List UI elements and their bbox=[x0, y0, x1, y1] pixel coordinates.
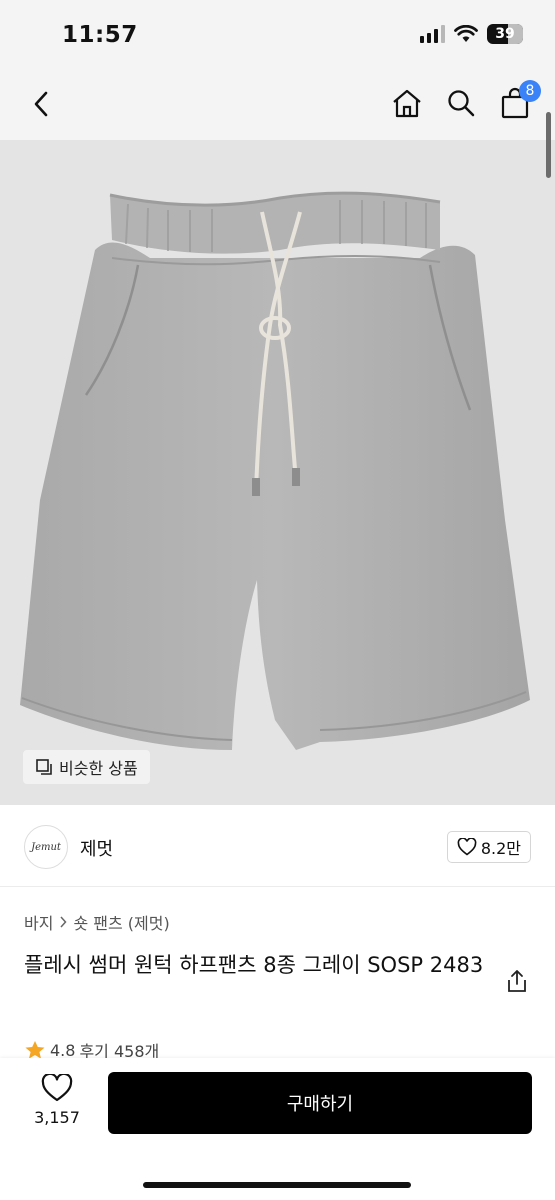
brand-like-button[interactable]: 8.2만 bbox=[446, 831, 531, 863]
similar-products-button[interactable]: 비슷한 상품 bbox=[23, 750, 150, 784]
product-image[interactable]: 비슷한 상품 bbox=[0, 140, 555, 805]
search-icon bbox=[448, 90, 475, 117]
search-button[interactable] bbox=[445, 86, 477, 120]
star-icon bbox=[25, 1041, 45, 1059]
back-button[interactable] bbox=[26, 88, 56, 120]
home-button[interactable] bbox=[391, 86, 423, 120]
copy-icon bbox=[36, 759, 52, 775]
battery-icon: 39 bbox=[487, 24, 523, 44]
heart-icon bbox=[41, 1074, 73, 1102]
shorts-image bbox=[20, 191, 530, 750]
status-time: 11:57 bbox=[62, 22, 138, 48]
breadcrumb-category[interactable]: 바지 bbox=[24, 910, 53, 934]
buy-button[interactable]: 구매하기 bbox=[108, 1072, 532, 1134]
wishlist-button[interactable]: 3,157 bbox=[28, 1074, 86, 1127]
chevron-left-icon bbox=[34, 91, 48, 117]
rating-value: 4.8 bbox=[50, 1040, 76, 1060]
battery-level: 39 bbox=[495, 26, 515, 42]
share-button[interactable] bbox=[505, 968, 529, 994]
scrollbar[interactable] bbox=[546, 112, 551, 178]
wishlist-count: 3,157 bbox=[34, 1108, 80, 1127]
heart-icon bbox=[457, 838, 477, 856]
brand-like-count: 8.2만 bbox=[480, 839, 521, 858]
cart-button[interactable]: 8 bbox=[499, 80, 541, 120]
bottom-bar: 3,157 구매하기 bbox=[0, 1058, 555, 1200]
similar-products-label: 비슷한 상품 bbox=[59, 759, 138, 778]
chevron-right-icon bbox=[60, 916, 67, 928]
cart-badge: 8 bbox=[519, 80, 541, 102]
status-indicators: 39 bbox=[420, 24, 523, 44]
product-title: 플레시 썸머 원턱 하프팬츠 8종 그레이 SOSP 2483 bbox=[24, 953, 484, 977]
breadcrumb: 바지 숏 팬츠 (제멋) bbox=[24, 910, 170, 934]
brand-name[interactable]: 제멋 bbox=[80, 835, 113, 861]
home-icon bbox=[393, 89, 421, 118]
share-icon bbox=[508, 970, 526, 992]
signal-icon bbox=[420, 25, 445, 43]
wifi-icon bbox=[454, 25, 478, 42]
brand-row[interactable]: Jemut 제멋 8.2만 bbox=[0, 805, 555, 887]
home-indicator bbox=[143, 1182, 411, 1188]
top-area: 11:57 39 8 bbox=[0, 0, 555, 140]
brand-logo[interactable]: Jemut bbox=[24, 825, 68, 869]
breadcrumb-subcategory[interactable]: 숏 팬츠 (제멋) bbox=[73, 910, 169, 934]
